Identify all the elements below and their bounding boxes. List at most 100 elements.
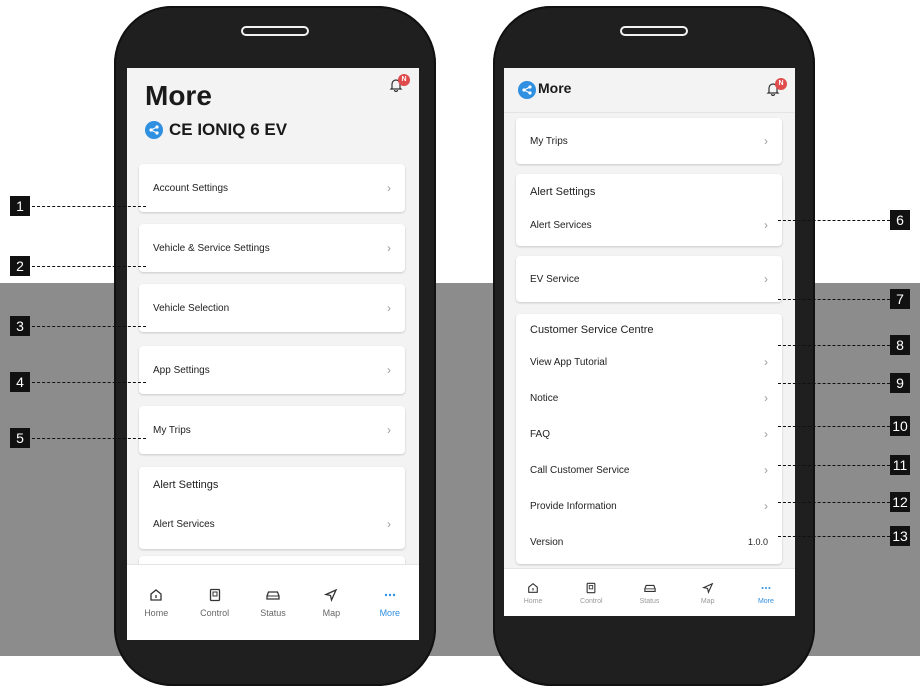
remote-icon — [586, 582, 596, 593]
callout-line — [32, 206, 146, 207]
nav-label: Status — [260, 608, 286, 618]
menu-my-trips[interactable]: My Trips › — [139, 406, 405, 454]
nav-status[interactable]: Status — [620, 569, 678, 616]
menu-view-app-tutorial[interactable]: View App Tutorial › — [516, 348, 782, 376]
nav-status[interactable]: Status — [244, 565, 302, 640]
menu-alert-services[interactable]: Alert Services › — [139, 507, 405, 541]
menu-account-settings[interactable]: Account Settings › — [139, 164, 405, 212]
navigation-arrow-icon — [324, 588, 338, 602]
menu-label: Notice — [530, 392, 559, 404]
nav-label: Home — [144, 608, 169, 618]
menu-label: Vehicle & Service Settings — [153, 242, 270, 254]
menu-label: Provide Information — [530, 500, 617, 512]
chevron-right-icon: › — [764, 134, 768, 148]
callout-line — [32, 438, 146, 439]
menu-call-customer-service[interactable]: Call Customer Service › — [516, 456, 782, 484]
nav-map[interactable]: Map — [679, 569, 737, 616]
nav-label: Map — [700, 597, 715, 605]
callout-1: 1 — [10, 196, 30, 216]
page-title: More — [145, 80, 212, 111]
section-title: Alert Settings — [153, 479, 219, 491]
nav-label: Map — [322, 608, 341, 618]
menu-app-settings[interactable]: App Settings › — [139, 346, 405, 394]
callout-2: 2 — [10, 256, 30, 276]
section-title: Alert Settings — [530, 186, 596, 198]
menu-faq[interactable]: FAQ › — [516, 420, 782, 448]
chevron-right-icon: › — [387, 423, 391, 437]
nav-home[interactable]: Home — [504, 569, 562, 616]
chevron-right-icon: › — [387, 301, 391, 315]
notification-bell-icon[interactable]: N — [766, 78, 787, 100]
chevron-right-icon: › — [387, 517, 391, 531]
callout-5: 5 — [10, 428, 30, 448]
menu-label: My Trips — [153, 424, 191, 436]
chevron-right-icon: › — [764, 391, 768, 405]
share-icon — [518, 81, 536, 99]
chevron-right-icon: › — [764, 218, 768, 232]
chevron-right-icon: › — [764, 463, 768, 477]
car-icon — [266, 591, 280, 600]
callout-9: 9 — [890, 373, 910, 393]
section-title: Customer Service Centre — [530, 324, 654, 336]
menu-label: My Trips — [530, 135, 568, 147]
bottom-nav: Home Control Status Map More — [504, 568, 795, 616]
nav-control[interactable]: Control — [185, 565, 243, 640]
vehicle-row: CE IONIQ 6 EV — [145, 120, 287, 140]
callout-line — [778, 426, 890, 427]
callout-3: 3 — [10, 316, 30, 336]
phone-left: More N CE IONIQ 6 EV Account Settings › V… — [114, 6, 436, 686]
speaker-slot — [620, 26, 688, 36]
phone-right: More N My Trips › Alert Settings Alert Se… — [493, 6, 815, 686]
callout-8: 8 — [890, 335, 910, 355]
bottom-nav: Home Control Status Map More — [127, 564, 419, 640]
customer-service-card: Customer Service Centre View App Tutoria… — [516, 314, 782, 564]
nav-home[interactable]: Home — [127, 565, 185, 640]
menu-label: Alert Services — [530, 219, 592, 231]
callout-line — [778, 345, 890, 346]
callout-13: 13 — [890, 526, 910, 546]
menu-ev-service[interactable]: EV Service › — [516, 256, 782, 302]
nav-more[interactable]: More — [361, 565, 419, 640]
menu-provide-information[interactable]: Provide Information › — [516, 492, 782, 520]
menu-label: EV Service — [530, 273, 580, 285]
header: More N — [504, 68, 795, 113]
nav-label: Home — [523, 597, 543, 605]
menu-notice[interactable]: Notice › — [516, 384, 782, 412]
callout-line — [778, 502, 890, 503]
nav-label: Status — [639, 597, 660, 605]
nav-map[interactable]: Map — [302, 565, 360, 640]
screen-left: More N CE IONIQ 6 EV Account Settings › V… — [127, 68, 419, 640]
home-icon — [528, 582, 538, 593]
menu-label: Vehicle Selection — [153, 302, 230, 314]
notification-badge: N — [775, 78, 787, 90]
menu-vehicle-selection[interactable]: Vehicle Selection › — [139, 284, 405, 332]
callout-12: 12 — [890, 492, 910, 512]
callout-line — [778, 299, 890, 300]
nav-label: More — [379, 608, 401, 618]
nav-label: Control — [580, 597, 603, 605]
version-row: Version 1.0.0 — [516, 528, 782, 556]
version-label: Version — [530, 536, 564, 548]
callout-line — [32, 266, 146, 267]
share-icon — [145, 121, 163, 139]
menu-vehicle-service-settings[interactable]: Vehicle & Service Settings › — [139, 224, 405, 272]
nav-control[interactable]: Control — [562, 569, 620, 616]
home-icon — [150, 589, 162, 601]
chevron-right-icon: › — [764, 499, 768, 513]
alert-settings-card: Alert Settings Alert Services › — [516, 174, 782, 246]
page-title: More — [538, 80, 572, 96]
menu-alert-services[interactable]: Alert Services › — [516, 210, 782, 240]
menu-label: Alert Services — [153, 518, 215, 530]
notification-bell-icon[interactable]: N — [389, 74, 410, 96]
callout-4: 4 — [10, 372, 30, 392]
menu-my-trips[interactable]: My Trips › — [516, 118, 782, 164]
chevron-right-icon: › — [764, 355, 768, 369]
nav-label: Control — [200, 608, 230, 618]
menu-label: Account Settings — [153, 182, 229, 194]
version-value: 1.0.0 — [747, 537, 768, 547]
nav-more[interactable]: More — [737, 569, 795, 616]
menu-label: FAQ — [530, 428, 551, 440]
vehicle-name: CE IONIQ 6 EV — [169, 120, 288, 139]
callout-7: 7 — [890, 289, 910, 309]
remote-icon — [209, 588, 220, 602]
